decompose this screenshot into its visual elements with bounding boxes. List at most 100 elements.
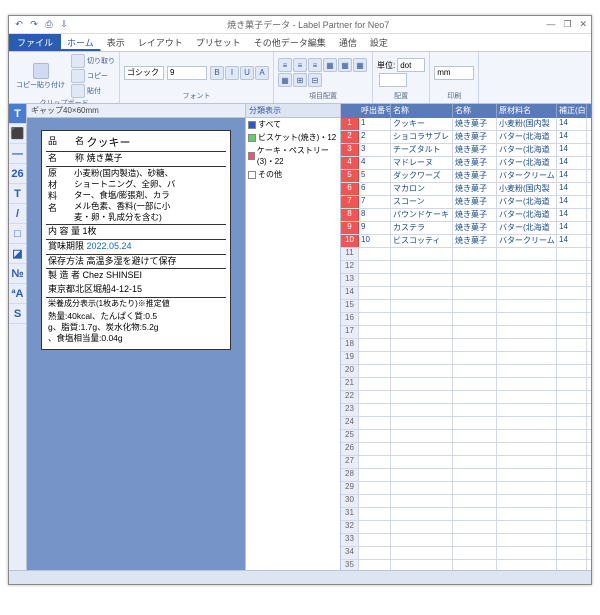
- grid-col-header[interactable]: 名称: [391, 104, 453, 118]
- grid-col-header[interactable]: 原材料名: [497, 104, 557, 118]
- tool-button[interactable]: □: [9, 224, 26, 244]
- grid-col-header[interactable]: 呼出番号: [359, 104, 391, 118]
- tool-button[interactable]: S: [9, 304, 26, 324]
- table-row[interactable]: 12: [341, 261, 591, 274]
- table-row[interactable]: 19: [341, 352, 591, 365]
- table-row[interactable]: 88パウンドケーキ焼き菓子バター(北海道14: [341, 209, 591, 222]
- grid-col-header[interactable]: 補正(白): [557, 104, 587, 118]
- ribbon-button[interactable]: コピー貼り付け: [13, 62, 68, 91]
- table-row[interactable]: 32: [341, 521, 591, 534]
- ribbon-icon-button[interactable]: ⊟: [308, 73, 322, 87]
- table-row[interactable]: 1010ビスコッティ焼き菓子バタークリーム14: [341, 235, 591, 248]
- table-row[interactable]: 16: [341, 313, 591, 326]
- qat-button[interactable]: ⎙: [43, 19, 55, 31]
- close-button[interactable]: ✕: [579, 19, 587, 30]
- tool-button[interactable]: №: [9, 264, 26, 284]
- table-row[interactable]: 55ダックワーズ焼き菓子バタークリーム14: [341, 170, 591, 183]
- ribbon-tab[interactable]: ホーム: [61, 34, 101, 51]
- ribbon-small-button[interactable]: 切り取り: [71, 54, 115, 68]
- category-item[interactable]: ケーキ・ペストリー(3)・22: [246, 144, 340, 168]
- ribbon-icon-button[interactable]: ≡: [293, 58, 307, 72]
- category-item[interactable]: すべて: [246, 118, 340, 131]
- table-row[interactable]: 77スコーン焼き菓子バター(北海道14: [341, 196, 591, 209]
- ribbon-icon-button[interactable]: B: [210, 66, 224, 80]
- table-row[interactable]: 28: [341, 469, 591, 482]
- table-row[interactable]: 14: [341, 287, 591, 300]
- table-row[interactable]: 29: [341, 482, 591, 495]
- main-area: T⬛—26T/□◪№ªAS ギャップ40×60mm 品 名 クッキー 名 称 焼…: [9, 104, 591, 570]
- design-canvas[interactable]: 品 名 クッキー 名 称 焼き菓子 原 材 料 名小麦粉(国内製造)、砂糖、 シ…: [27, 118, 245, 570]
- qat-button[interactable]: ↷: [28, 19, 40, 31]
- table-row[interactable]: 34: [341, 547, 591, 560]
- ribbon-icon-button[interactable]: ▦: [278, 73, 292, 87]
- ribbon-icon-button[interactable]: ▦: [353, 58, 367, 72]
- ribbon-small-button[interactable]: コピー: [71, 69, 115, 83]
- ribbon-tab[interactable]: レイアウト: [132, 34, 190, 51]
- category-item[interactable]: その他: [246, 168, 340, 181]
- ribbon-icon-button[interactable]: ⊞: [293, 73, 307, 87]
- label-preview[interactable]: 品 名 クッキー 名 称 焼き菓子 原 材 料 名小麦粉(国内製造)、砂糖、 シ…: [41, 130, 231, 350]
- ribbon-icon-button[interactable]: A: [255, 66, 269, 80]
- ribbon-tab[interactable]: 表示: [101, 34, 132, 51]
- label-field-key: 原 材 料 名: [48, 168, 74, 215]
- table-row[interactable]: 22ショコラサブレ焼き菓子バター(北海道14: [341, 131, 591, 144]
- category-item[interactable]: ビスケット(焼き)・12: [246, 131, 340, 144]
- tool-button[interactable]: ⬛: [9, 124, 26, 144]
- tool-button[interactable]: /: [9, 204, 26, 224]
- ribbon-tab[interactable]: その他データ編集: [248, 34, 333, 51]
- table-row[interactable]: 11クッキー焼き菓子小麦粉(国内製14: [341, 118, 591, 131]
- grid-col-header[interactable]: 名称: [453, 104, 497, 118]
- table-row[interactable]: 17: [341, 326, 591, 339]
- table-row[interactable]: 24: [341, 417, 591, 430]
- maximize-button[interactable]: ❐: [563, 19, 571, 30]
- ribbon-icon-button[interactable]: I: [225, 66, 239, 80]
- table-row[interactable]: 66マカロン焼き菓子小麦粉(国内製14: [341, 183, 591, 196]
- ribbon-tab[interactable]: 通信: [333, 34, 364, 51]
- tool-button[interactable]: T: [9, 184, 26, 204]
- ribbon-small-button[interactable]: 貼付: [71, 84, 115, 98]
- ribbon-icon-button[interactable]: ▦: [338, 58, 352, 72]
- ribbon-tab[interactable]: プリセット: [190, 34, 248, 51]
- tool-button[interactable]: 26: [9, 164, 26, 184]
- table-row[interactable]: 22: [341, 391, 591, 404]
- tool-button[interactable]: T: [9, 104, 26, 124]
- qat-button[interactable]: ⇩: [58, 19, 70, 31]
- ribbon-tab[interactable]: 設定: [364, 34, 395, 51]
- table-row[interactable]: 26: [341, 443, 591, 456]
- table-row[interactable]: 18: [341, 339, 591, 352]
- ribbon-icon-button[interactable]: U: [240, 66, 254, 80]
- label-field-key: 名 称: [48, 153, 87, 165]
- table-row[interactable]: 31: [341, 508, 591, 521]
- grid-body[interactable]: 11クッキー焼き菓子小麦粉(国内製1422ショコラサブレ焼き菓子バター(北海道1…: [341, 118, 591, 570]
- app-window: ↶↷⎙⇩ 焼き菓子データ - Label Partner for Neo7 — …: [8, 15, 592, 585]
- table-row[interactable]: 15: [341, 300, 591, 313]
- table-row[interactable]: 33: [341, 534, 591, 547]
- ribbon-combo[interactable]: ゴシック: [124, 66, 164, 80]
- table-row[interactable]: 33チーズタルト焼き菓子バター(北海道14: [341, 144, 591, 157]
- titlebar: ↶↷⎙⇩ 焼き菓子データ - Label Partner for Neo7 — …: [9, 16, 591, 34]
- table-row[interactable]: 11: [341, 248, 591, 261]
- table-row[interactable]: 44マドレーヌ焼き菓子バター(北海道14: [341, 157, 591, 170]
- ribbon-combo[interactable]: 9: [167, 66, 207, 80]
- label-field-key: 製 造 者: [48, 270, 83, 282]
- table-row[interactable]: 20: [341, 365, 591, 378]
- ribbon-icon-button[interactable]: ≡: [308, 58, 322, 72]
- file-tab[interactable]: ファイル: [9, 34, 61, 51]
- table-row[interactable]: 99カステラ焼き菓子バター(北海道14: [341, 222, 591, 235]
- table-row[interactable]: 13: [341, 274, 591, 287]
- table-row[interactable]: 21: [341, 378, 591, 391]
- table-row[interactable]: 30: [341, 495, 591, 508]
- minimize-button[interactable]: —: [546, 19, 555, 30]
- table-row[interactable]: 23: [341, 404, 591, 417]
- tool-button[interactable]: ◪: [9, 244, 26, 264]
- table-row[interactable]: 27: [341, 456, 591, 469]
- table-row[interactable]: 25: [341, 430, 591, 443]
- label-field-key: 賞味期限: [48, 241, 87, 253]
- tool-button[interactable]: ªA: [9, 284, 26, 304]
- ribbon-icon-button[interactable]: ≡: [278, 58, 292, 72]
- ribbon-combo[interactable]: mm: [434, 66, 474, 80]
- tool-button[interactable]: —: [9, 144, 26, 164]
- qat-button[interactable]: ↶: [13, 19, 25, 31]
- ribbon-icon-button[interactable]: ▦: [323, 58, 337, 72]
- table-row[interactable]: 35: [341, 560, 591, 570]
